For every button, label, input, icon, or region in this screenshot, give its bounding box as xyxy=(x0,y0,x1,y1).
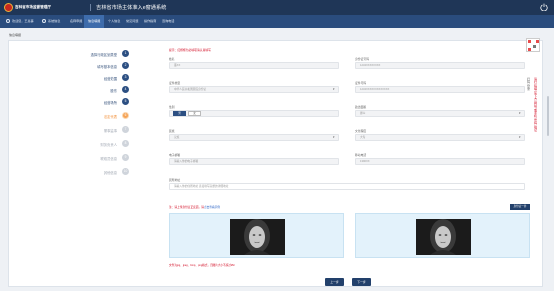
nav-personal-info[interactable]: 个人信息 xyxy=(108,15,120,28)
gender-male-radio[interactable]: 男 xyxy=(173,111,186,116)
id-type-label: 证件类型 xyxy=(169,81,181,85)
gender-female-radio[interactable]: 女 xyxy=(188,111,201,116)
upload-note: 注：请上传身份证正反面，请点击查看示例 xyxy=(169,206,221,209)
id-front-upload[interactable] xyxy=(169,213,344,258)
step-item: 联络员信息 9 xyxy=(9,153,129,163)
scan-login-text: 扫码登录 xyxy=(527,77,531,92)
org-name: 吉林省市场监督管理厅 xyxy=(15,5,51,9)
address-field[interactable]: 请输入你的住所地址 直接填写完整的详细地址 xyxy=(169,183,525,190)
step-item[interactable]: 选择行政区划类型 1 xyxy=(9,49,129,59)
politics-label: 政治面貌 xyxy=(355,105,367,109)
mobile-label: 移动电话 xyxy=(355,153,367,157)
qr-code-icon[interactable] xyxy=(526,38,540,52)
id-number2-label: 证件号码 xyxy=(355,81,367,85)
step-item-current[interactable]: 法定代表 6 xyxy=(9,111,129,121)
example-link[interactable]: 点击查看示例 xyxy=(204,206,220,209)
education-label: 文化程度 xyxy=(355,129,367,133)
info-icon xyxy=(42,19,46,23)
id-type-select[interactable]: 中华人民共和国居民身份证 xyxy=(169,86,339,93)
step-list: 选择行政区划类型 1 填写基本信息 2 经营范围 3 股东 4 经营场所 5 法定代表 6 … xyxy=(9,41,164,286)
prev-button[interactable]: 上一步 xyxy=(325,278,344,286)
nav-system-info[interactable]: 系统信息 xyxy=(42,15,60,28)
gender-label: 性别 xyxy=(169,105,175,109)
main-nav: 欢迎您，王总事 系统信息 名称申报 信息填报 个人信息 常见问题 操作指南 咨询… xyxy=(0,15,554,28)
chevron-down-icon: ▾ xyxy=(333,87,335,91)
main-card: 选择行政区划类型 1 填写基本信息 2 经营范围 3 股东 4 经营场所 5 法定代表 6 … xyxy=(8,40,543,287)
id-photo-back xyxy=(416,219,471,255)
scrollbar-thumb[interactable] xyxy=(547,96,549,136)
chevron-down-icon: ▾ xyxy=(333,135,335,139)
nav-hotline[interactable]: 咨询电话 xyxy=(162,15,174,28)
step-item[interactable]: 经营范围 3 xyxy=(9,73,129,83)
politics-select[interactable]: 群众 xyxy=(355,110,525,117)
nav-name-application[interactable]: 名称申报 xyxy=(70,15,82,28)
step-item[interactable]: 经营场所 5 xyxy=(9,97,129,107)
id-number-label: 身份证号码 xyxy=(355,57,369,61)
address-label: 居所地址 xyxy=(169,178,181,182)
step-item: 财务负责人 8 xyxy=(9,139,129,149)
id-photo-front xyxy=(230,219,285,255)
user-greeting[interactable]: 欢迎您，王总事 xyxy=(6,15,34,28)
mobile-field[interactable]: 1390XX xyxy=(355,158,525,165)
power-icon[interactable] xyxy=(540,3,548,11)
name-label: 姓名 xyxy=(169,57,175,61)
file-format-hint: 文件为jpg、jpeg、bmp、png格式，且图片大小不超过2M xyxy=(169,264,235,267)
ethnic-label: 民族 xyxy=(169,129,175,133)
ethnic-select[interactable]: 汉族 xyxy=(169,134,339,141)
emblem-logo-icon xyxy=(4,3,13,12)
step-item: 其他信息 10 xyxy=(103,168,129,175)
user-icon xyxy=(6,19,10,23)
education-select[interactable]: 大专 xyxy=(355,134,525,141)
right-side-panel: 扫码登录 请扫码填写下方网站或手机号码验证 xyxy=(521,36,551,156)
nav-info-filing[interactable]: 信息填报 xyxy=(84,15,105,28)
step-item[interactable]: 填写基本信息 2 xyxy=(9,61,129,71)
step-item[interactable]: 股东 4 xyxy=(9,85,129,95)
nav-guide[interactable]: 操作指南 xyxy=(144,15,156,28)
system-title: 吉林省市场主体准入e窗通系统 xyxy=(96,5,167,11)
legal-rep-form: 提示：红框框为必填项请认真填写 姓名 董XX 身份证号码 1234XXXXXXX… xyxy=(165,41,533,286)
id-upload-button[interactable]: 身份证一并 xyxy=(510,204,530,210)
next-button[interactable]: 下一步 xyxy=(352,278,371,286)
nav-faq[interactable]: 常见问题 xyxy=(126,15,138,28)
top-header: 吉林省市场监督管理厅 吉林省市场主体准入e窗通系统 xyxy=(0,0,554,15)
step-item: 董事监事 7 xyxy=(9,125,129,135)
email-label: 电子邮箱 xyxy=(169,153,181,157)
breadcrumb: 信息填报 xyxy=(9,33,22,37)
id-number2-field[interactable]: 1234XXXXXXXXXXXXX xyxy=(355,86,525,93)
id-back-upload[interactable] xyxy=(355,213,530,258)
id-number-field[interactable]: 1234XXXXXXXX xyxy=(355,62,525,69)
scan-hint-text: 请扫码填写下方网站或手机号码验证 xyxy=(534,77,538,133)
required-hint: 提示：红框框为必填项请认真填写 xyxy=(169,48,211,52)
email-field[interactable]: 请输入你的电子邮箱 xyxy=(169,158,339,165)
name-field[interactable]: 董XX xyxy=(169,62,339,69)
header-divider xyxy=(90,4,91,11)
